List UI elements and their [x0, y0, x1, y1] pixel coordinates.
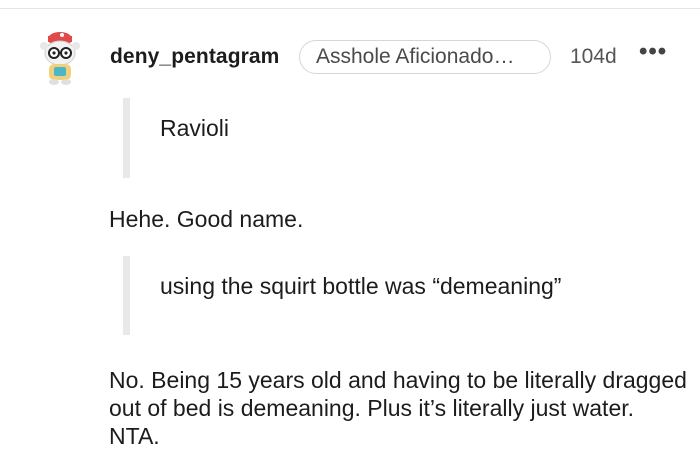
comment-paragraph: Hehe. Good name.: [109, 206, 304, 232]
more-options-icon[interactable]: •••: [639, 38, 667, 66]
avatar[interactable]: [32, 26, 88, 88]
blockquote: Ravioli: [123, 98, 229, 178]
snoo-avatar-icon: [40, 32, 80, 85]
comment-paragraph: No. Being 15 years old and having to be …: [109, 367, 687, 449]
divider: [0, 8, 700, 9]
username-link[interactable]: deny_pentagram: [110, 45, 279, 69]
blockquote: using the squirt bottle was “demeaning”: [123, 256, 561, 335]
user-flair: Asshole Aficionado…: [299, 40, 551, 74]
comment-age[interactable]: 104d: [570, 45, 617, 69]
